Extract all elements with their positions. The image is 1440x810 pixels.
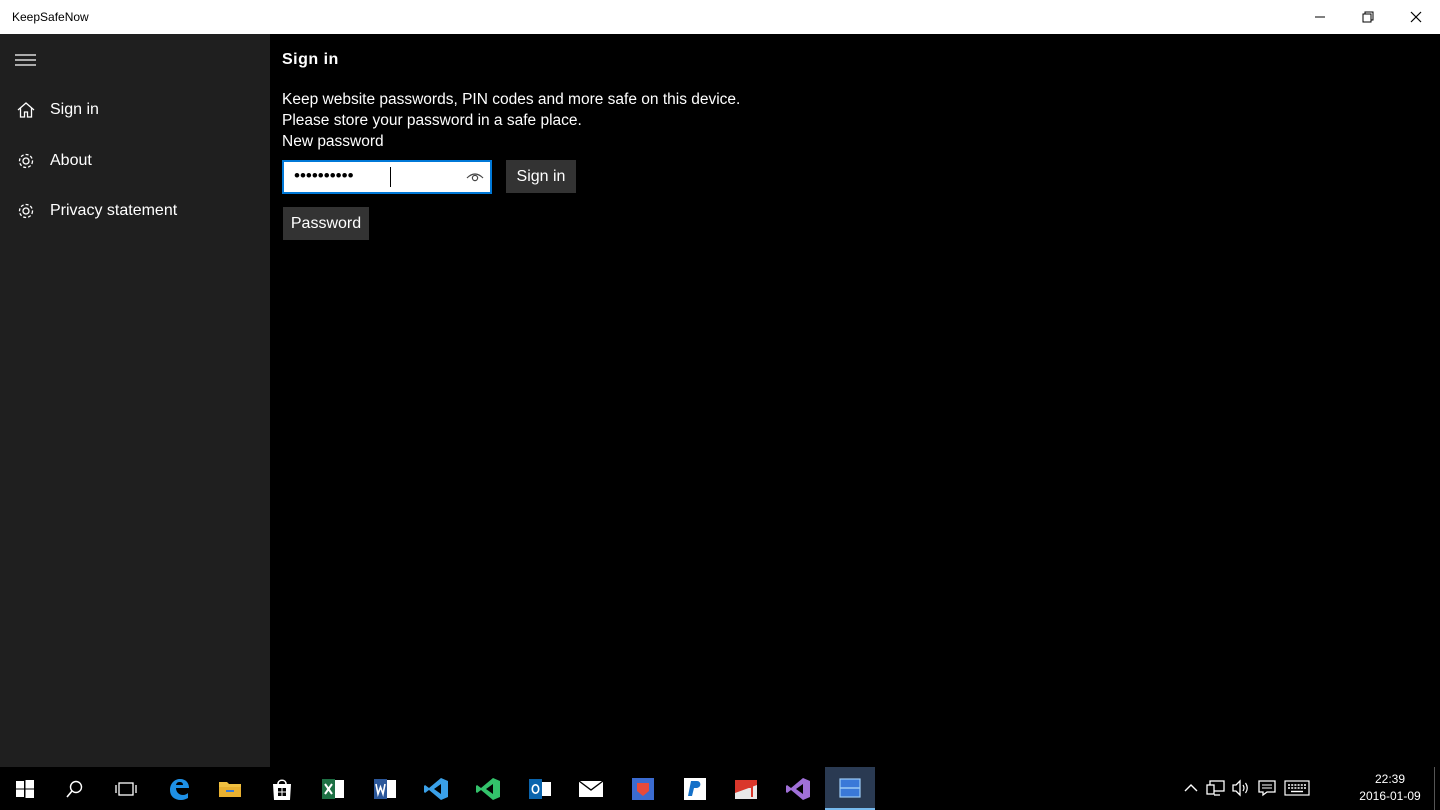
taskbar-mail[interactable]	[566, 767, 616, 810]
network-tray-button[interactable]	[1205, 777, 1227, 799]
edge-icon	[170, 778, 189, 800]
taskbar: 22:39 2016-01-09	[0, 767, 1440, 810]
taskbar-outlook[interactable]	[515, 767, 565, 810]
restore-icon	[1362, 11, 1374, 23]
sign-in-button[interactable]: Sign in	[506, 160, 576, 193]
home-icon	[15, 99, 37, 121]
taskbar-app-red[interactable]	[618, 767, 668, 810]
page-title: Sign in	[282, 51, 339, 68]
search-icon	[66, 780, 83, 798]
mail-icon	[578, 779, 604, 797]
start-button[interactable]	[0, 767, 50, 810]
eye-icon	[466, 173, 484, 182]
hamburger-icon	[15, 54, 36, 66]
show-desktop-button[interactable]	[1434, 767, 1440, 810]
outlook-icon	[529, 778, 551, 799]
gear-icon	[15, 150, 37, 172]
search-button[interactable]	[50, 767, 100, 810]
clock-time: 22:39	[1374, 772, 1406, 786]
keepsafenow-icon	[839, 777, 861, 798]
sidebar-item-sign-in[interactable]: Sign in	[0, 88, 270, 132]
volume-icon	[1232, 779, 1248, 797]
password-input[interactable]: ••••••••••	[282, 160, 492, 194]
password-button[interactable]: Password	[283, 207, 369, 240]
action-center-button[interactable]	[1256, 777, 1278, 799]
window-title: KeepSafeNow	[12, 10, 89, 24]
windows-start-icon	[16, 779, 34, 798]
sidebar-item-label: Privacy statement	[50, 202, 178, 219]
sidebar-item-about[interactable]: About	[0, 139, 270, 183]
taskbar-edge[interactable]	[154, 767, 204, 810]
sidebar-item-label: About	[50, 152, 92, 169]
main-content: Sign in Keep website passwords, PIN code…	[270, 34, 1440, 767]
taskbar-store[interactable]	[257, 767, 307, 810]
taskbar-word[interactable]	[360, 767, 410, 810]
show-hidden-icons-button[interactable]	[1180, 777, 1202, 799]
visual-studio-icon	[786, 777, 810, 800]
taskbar-excel[interactable]	[308, 767, 358, 810]
taskbar-app-blue[interactable]	[670, 767, 720, 810]
task-view-icon	[115, 781, 137, 796]
task-view-button[interactable]	[101, 767, 151, 810]
close-button[interactable]	[1392, 0, 1440, 34]
keyboard-icon	[1284, 780, 1310, 796]
sidebar-item-privacy-statement[interactable]: Privacy statement	[0, 189, 270, 233]
taskbar-clock[interactable]: 22:39 2016-01-09	[1350, 771, 1430, 805]
clock-date: 2016-01-09	[1359, 789, 1421, 803]
app-blue-icon	[684, 777, 706, 800]
chevron-up-icon	[1184, 784, 1198, 792]
sidebar-item-label: Sign in	[50, 101, 99, 118]
word-icon	[374, 778, 396, 799]
taskbar-visual-studio[interactable]	[773, 767, 823, 810]
taskbar-vscode[interactable]	[411, 767, 461, 810]
taskbar-visual-studio-green[interactable]	[463, 767, 513, 810]
navigation-pane: Sign in About Privacy statement	[0, 34, 270, 767]
text-caret	[390, 167, 391, 187]
description-line-2: Please store your password in a safe pla…	[282, 112, 582, 129]
password-value: ••••••••••	[294, 166, 354, 185]
reveal-password-button[interactable]	[466, 169, 484, 185]
excel-icon	[322, 778, 344, 799]
taskbar-keepsafenow[interactable]	[825, 767, 875, 810]
new-password-label: New password	[282, 133, 384, 150]
restore-button[interactable]	[1344, 0, 1392, 34]
app-red-icon	[632, 777, 654, 800]
close-icon	[1410, 11, 1422, 23]
minimize-button[interactable]	[1296, 0, 1344, 34]
network-icon	[1206, 780, 1225, 796]
app-pdf-icon	[735, 779, 757, 799]
store-icon	[273, 778, 291, 800]
notification-icon	[1258, 780, 1276, 797]
volume-tray-button[interactable]	[1230, 777, 1252, 799]
hamburger-button[interactable]	[14, 52, 38, 68]
title-bar: KeepSafeNow	[0, 0, 1440, 34]
description-line-1: Keep website passwords, PIN codes and mo…	[282, 91, 741, 108]
minimize-icon	[1315, 16, 1325, 18]
taskbar-file-explorer[interactable]	[205, 767, 255, 810]
touch-keyboard-button[interactable]	[1284, 777, 1310, 799]
file-explorer-icon	[219, 781, 241, 797]
vscode-icon	[424, 777, 448, 800]
taskbar-app-pdf[interactable]	[721, 767, 771, 810]
visual-studio-green-icon	[476, 777, 500, 800]
gear-icon	[15, 200, 37, 222]
